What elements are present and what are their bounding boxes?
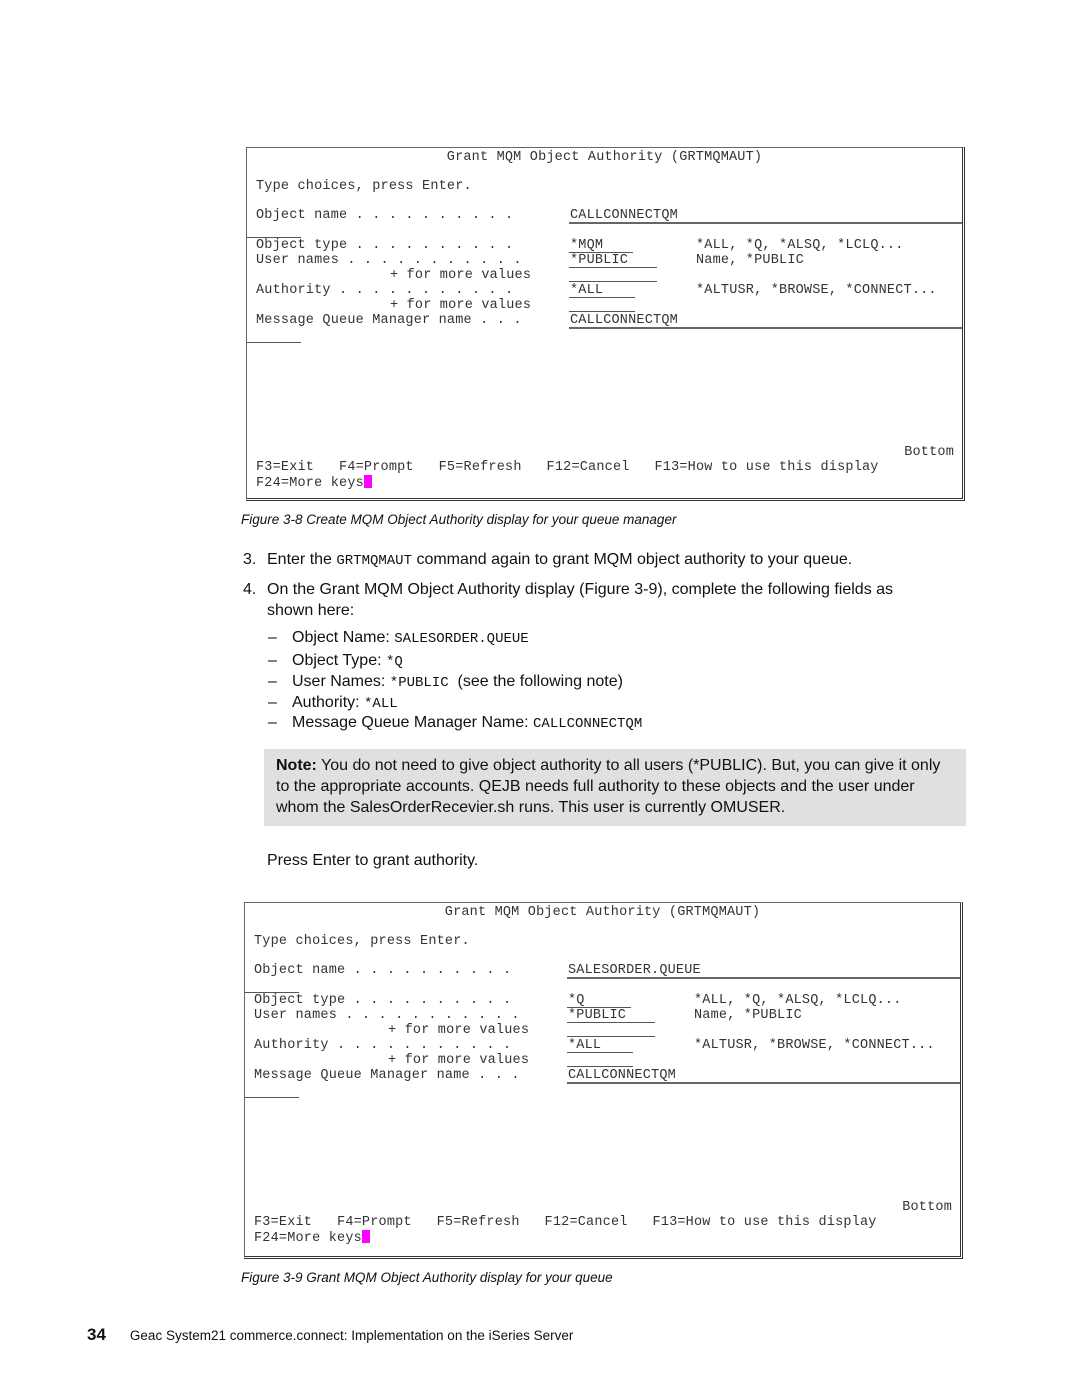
authority-field[interactable]: *ALL <box>570 283 603 298</box>
qmgr-name-field[interactable]: CALLCONNECTQM <box>570 313 678 328</box>
more-keys[interactable]: F24=More keys <box>254 1231 362 1246</box>
list-item: – Object Type: *Q <box>268 652 403 670</box>
figure-caption-3-8: Figure 3-8 Create MQM Object Authority d… <box>241 512 677 527</box>
user-names-hint: Name, *PUBLIC <box>694 1008 802 1023</box>
user-names-label: User names . . . . . . . . . . . <box>256 253 522 268</box>
function-keys-line-1[interactable]: F3=Exit F4=Prompt F5=Refresh F12=Cancel … <box>254 1215 877 1230</box>
field-underline <box>567 1036 655 1037</box>
divider <box>569 327 962 329</box>
user-names-field[interactable]: *PUBLIC <box>568 1008 626 1023</box>
text-cursor <box>363 475 372 488</box>
list-item: – Message Queue Manager Name: CALLCONNECT… <box>268 714 643 732</box>
terminal-screenshot-figure-3-9: Grant MQM Object Authority (GRTMQMAUT) T… <box>244 902 963 1259</box>
screen-instruction: Type choices, press Enter. <box>256 179 472 194</box>
function-keys-line-2[interactable]: F24=More keys <box>254 1230 370 1246</box>
authority-label: Authority . . . . . . . . . . . <box>254 1038 512 1053</box>
function-keys-line-2[interactable]: F24=More keys <box>256 475 372 491</box>
book-title: Geac System21 commerce.connect: Implemen… <box>129 1328 574 1343</box>
note-text: You do not need to give object authority… <box>276 757 941 816</box>
qmgr-name-label: Message Queue Manager name . . . <box>254 1068 520 1083</box>
divider <box>245 1097 299 1098</box>
object-type-label: Object type . . . . . . . . . . <box>256 238 514 253</box>
note-label: Note: <box>276 757 317 774</box>
authority-hint: *ALTUSR, *BROWSE, *CONNECT... <box>696 283 937 298</box>
step-4: 4. On the Grant MQM Object Authority dis… <box>243 581 894 619</box>
screen-title: Grant MQM Object Authority (GRTMQMAUT) <box>444 905 761 920</box>
more-keys[interactable]: F24=More keys <box>256 476 364 491</box>
field-underline <box>569 311 635 312</box>
text-cursor <box>361 1230 370 1243</box>
object-name-label: Object name . . . . . . . . . . <box>254 963 512 978</box>
divider <box>567 1082 960 1084</box>
list-item: – Authority: *ALL <box>268 694 398 712</box>
object-name-field[interactable]: CALLCONNECTQM <box>570 208 678 223</box>
field-underline <box>567 1022 655 1023</box>
authority-field[interactable]: *ALL <box>568 1038 601 1053</box>
user-names-hint: Name, *PUBLIC <box>696 253 804 268</box>
page-footer: 34 Geac System21 commerce.connect: Implem… <box>87 1325 573 1345</box>
qmgr-name-field[interactable]: CALLCONNECTQM <box>568 1068 676 1083</box>
divider <box>567 977 960 979</box>
more-values-hint: + for more values <box>388 1053 530 1068</box>
step-number: 4. <box>243 581 257 598</box>
note-box: Note: You do not need to give object aut… <box>264 749 966 826</box>
object-name-field[interactable]: SALESORDER.QUEUE <box>568 963 701 978</box>
field-underline <box>567 1066 633 1067</box>
scroll-status: Bottom <box>902 1200 952 1215</box>
authority-hint: *ALTUSR, *BROWSE, *CONNECT... <box>694 1038 935 1053</box>
object-type-hint: *ALL, *Q, *ALSQ, *LCLQ... <box>696 238 904 253</box>
screen-instruction: Type choices, press Enter. <box>254 934 470 949</box>
authority-label: Authority . . . . . . . . . . . <box>256 283 514 298</box>
list-item: – Object Name: SALESORDER.QUEUE <box>268 629 529 647</box>
more-values-hint: + for more values <box>390 268 532 283</box>
terminal-screenshot-figure-3-8: Grant MQM Object Authority (GRTMQMAUT) T… <box>246 147 965 501</box>
user-names-label: User names . . . . . . . . . . . <box>254 1008 520 1023</box>
divider <box>569 222 962 224</box>
field-underline <box>567 1052 633 1053</box>
field-underline <box>569 267 657 268</box>
field-underline <box>569 297 635 298</box>
divider <box>247 342 301 343</box>
step-number: 3. <box>243 551 257 568</box>
more-values-hint: + for more values <box>390 298 532 313</box>
user-names-field[interactable]: *PUBLIC <box>570 253 628 268</box>
command-code: GRTMQMAUT <box>336 553 412 569</box>
function-keys-line-1[interactable]: F3=Exit F4=Prompt F5=Refresh F12=Cancel … <box>256 460 879 475</box>
more-values-hint: + for more values <box>388 1023 530 1038</box>
figure-caption-3-9: Figure 3-9 Grant MQM Object Authority di… <box>241 1270 613 1285</box>
screen-title: Grant MQM Object Authority (GRTMQMAUT) <box>446 150 763 165</box>
page-number: 34 <box>87 1325 106 1344</box>
field-underline <box>569 281 657 282</box>
qmgr-name-label: Message Queue Manager name . . . <box>256 313 522 328</box>
object-type-label: Object type . . . . . . . . . . <box>254 993 512 1008</box>
step-3: 3. Enter the GRTMQMAUT command again to g… <box>243 551 853 569</box>
object-type-field[interactable]: *MQM <box>570 238 603 253</box>
object-type-field[interactable]: *Q <box>568 993 585 1008</box>
list-item: – User Names: *PUBLIC (see the following … <box>268 673 623 691</box>
object-type-hint: *ALL, *Q, *ALSQ, *LCLQ... <box>694 993 902 1008</box>
object-name-label: Object name . . . . . . . . . . <box>256 208 514 223</box>
press-enter-instruction: Press Enter to grant authority. <box>267 852 479 869</box>
scroll-status: Bottom <box>904 445 954 460</box>
